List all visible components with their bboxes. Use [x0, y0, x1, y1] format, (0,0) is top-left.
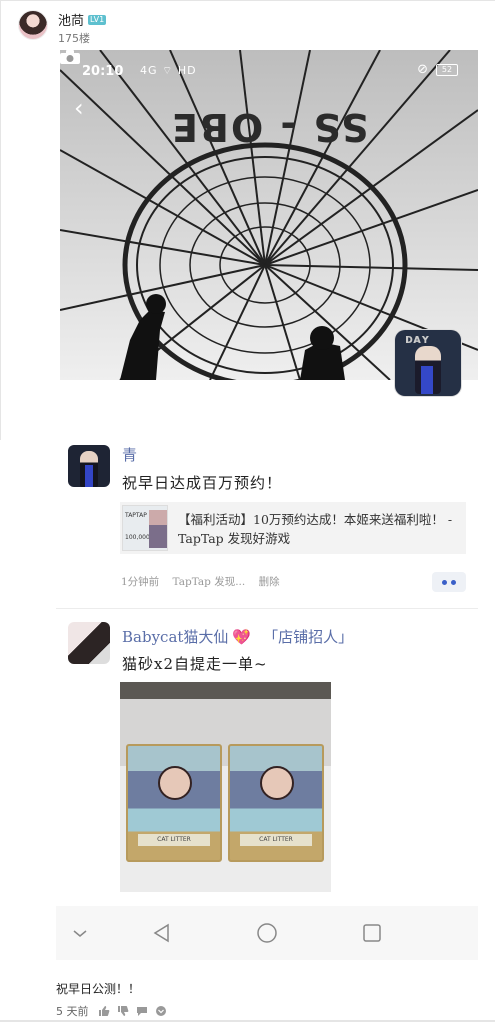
level-badge: LV1 [88, 14, 107, 25]
dot-icon [442, 579, 447, 585]
comment2-author[interactable]: Babycat猫大仙 [122, 628, 228, 646]
comment1-time: 1分钟前 [121, 576, 160, 588]
link-thumb-picture [149, 510, 167, 548]
floor-number: 175楼 [58, 32, 90, 45]
comment-icon[interactable] [136, 1005, 148, 1017]
dot-icon [451, 579, 456, 585]
link-thumb-count: 100,000 [125, 534, 150, 541]
username[interactable]: 池苘 [58, 10, 84, 29]
comment-divider [56, 608, 478, 609]
battery-icon: 52 [436, 64, 458, 76]
profile-thumbnail[interactable]: ᴅᴀʏ [395, 330, 461, 396]
link-thumb-label: TAPTAP [125, 512, 147, 519]
post-header: 池苘 LV1 175楼 [18, 10, 107, 45]
post-footer: 5 天前 [56, 1003, 167, 1019]
cat-litter-pack-left: CAT LITTER [126, 744, 222, 862]
user-line: 池苘 LV1 [58, 10, 107, 29]
mute-icon: ⊘ [417, 62, 428, 77]
recent-square-icon[interactable] [360, 921, 384, 945]
pack-label: CAT LITTER [138, 834, 210, 846]
link-title: 【福利活动】10万预约达成！本姬来送福利啦！ - TapTap 发现好游戏 [178, 512, 453, 546]
more-options-button[interactable] [432, 572, 466, 592]
status-signal: 4G ⌔ HD [140, 64, 197, 77]
thumbs-down-icon[interactable] [117, 1005, 129, 1017]
thumbs-up-icon[interactable] [98, 1005, 110, 1017]
post-text: 祝早日公测！！ [56, 982, 141, 996]
comment1-author[interactable]: 青 [122, 444, 137, 465]
link-thumbnail: TAPTAP 100,000 [122, 505, 168, 551]
comment2-header: Babycat猫大仙 💖 「店铺招人」 [122, 626, 353, 647]
heart-icon: 💖 [232, 628, 252, 646]
comment1-text: 祝早日达成百万预约！ [122, 474, 283, 492]
delete-link[interactable]: 删除 [259, 576, 280, 588]
top-border [0, 0, 495, 1]
comment1-avatar[interactable] [68, 445, 110, 487]
back-triangle-icon[interactable] [150, 921, 174, 945]
chevron-down-icon[interactable] [68, 921, 92, 945]
user-avatar[interactable] [18, 10, 48, 40]
comment1-source[interactable]: TapTap 发现... [173, 576, 246, 588]
shop-tag: 「店铺招人」 [263, 628, 354, 646]
balloon-lettering: SS - OBE [170, 105, 369, 149]
comment2-text: 猫砂x2自提走一单~ [122, 655, 268, 673]
pack-illustration [260, 766, 294, 800]
more-icon[interactable] [155, 1005, 167, 1017]
pack-illustration [158, 766, 192, 800]
home-circle-icon[interactable] [255, 921, 279, 945]
avatar-accent [85, 465, 93, 487]
camera-icon[interactable] [60, 50, 80, 64]
thumbnail-tag: ᴅᴀʏ [405, 332, 430, 346]
post-time: 5 天前 [56, 1005, 89, 1018]
comment1-meta: 1分钟前 TapTap 发现... 删除 [121, 574, 290, 589]
pack-label: CAT LITTER [240, 834, 312, 846]
thumbnail-accent [421, 366, 433, 394]
status-bar: 20:10 4G ⌔ HD ⊘ 52 [60, 50, 478, 90]
cat-litter-pack-right: CAT LITTER [228, 744, 324, 862]
left-border [0, 0, 1, 440]
comment2-avatar[interactable] [68, 622, 110, 664]
status-time: 20:10 [82, 64, 124, 79]
back-arrow-icon[interactable]: ‹ [74, 96, 84, 120]
user-meta: 池苘 LV1 175楼 [58, 10, 107, 46]
shared-link-card[interactable]: TAPTAP 100,000 【福利活动】10万预约达成！本姬来送福利啦！ - … [120, 502, 466, 554]
android-nav-bar [56, 906, 478, 960]
comment2-photo[interactable]: CAT LITTER CAT LITTER [120, 682, 331, 892]
